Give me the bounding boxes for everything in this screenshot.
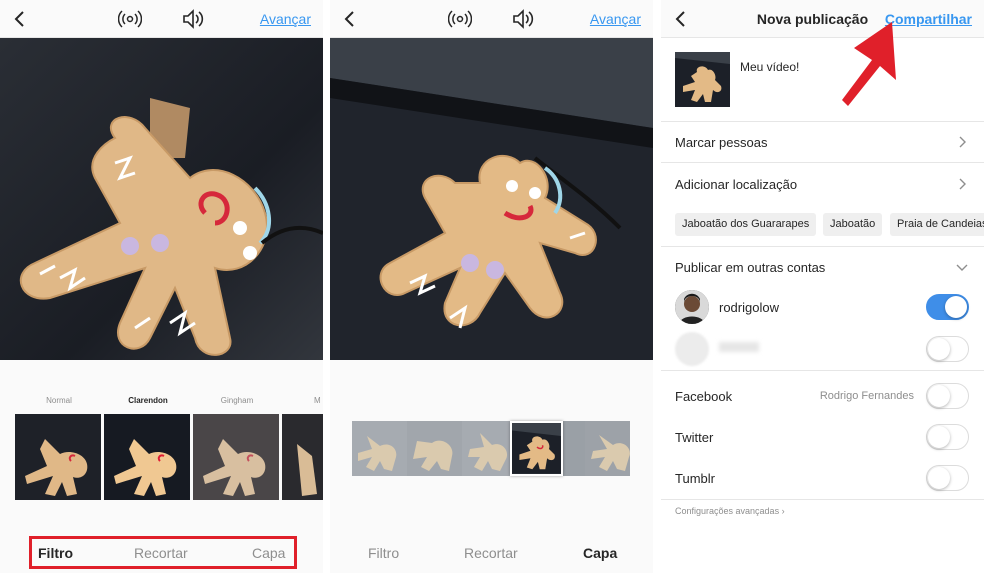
live-broadcast-icon[interactable] bbox=[118, 8, 142, 30]
caption-text[interactable]: Meu vídeo! bbox=[740, 60, 799, 74]
account-toggle[interactable] bbox=[926, 294, 969, 320]
filter-label-gingham: Gingham bbox=[220, 396, 254, 405]
editor-tabs: Filtro Recortar Capa bbox=[330, 533, 653, 573]
editor-tabs: Filtro Recortar Capa bbox=[0, 533, 323, 573]
cover-screen: Avançar Filtro Recortar Capa bbox=[330, 0, 653, 573]
network-name: Twitter bbox=[675, 430, 714, 445]
cover-frame[interactable] bbox=[407, 421, 462, 476]
tag-people-label: Marcar pessoas bbox=[675, 135, 768, 150]
chevron-down-icon[interactable] bbox=[956, 261, 968, 273]
tab-filter[interactable]: Filtro bbox=[368, 545, 399, 561]
cover-frame-strip[interactable] bbox=[352, 421, 630, 476]
cover-frame[interactable] bbox=[585, 421, 630, 476]
add-location-label: Adicionar localização bbox=[675, 177, 798, 192]
filter-label-clarendon: Clarendon bbox=[128, 396, 168, 405]
new-post-screen: Nova publicação Compartilhar Meu vídeo! … bbox=[661, 0, 984, 573]
chevron-right-icon bbox=[959, 178, 966, 190]
advance-link[interactable]: Avançar bbox=[590, 11, 641, 27]
cover-frame[interactable] bbox=[462, 421, 517, 476]
networks-section: Facebook Rodrigo Fernandes Twitter Tumbl… bbox=[661, 376, 984, 500]
photo-preview bbox=[0, 38, 323, 360]
speaker-icon[interactable] bbox=[181, 8, 205, 30]
chevron-right-icon bbox=[959, 136, 966, 148]
advance-link[interactable]: Avançar bbox=[260, 11, 311, 27]
top-bar: Avançar bbox=[330, 0, 653, 38]
location-chip[interactable]: Jaboatão bbox=[823, 213, 883, 236]
avatar-blurred bbox=[675, 332, 709, 366]
publish-other-label: Publicar em outras contas bbox=[675, 260, 826, 275]
network-account: Rodrigo Fernandes bbox=[819, 390, 914, 402]
tab-crop[interactable]: Recortar bbox=[464, 545, 518, 561]
live-broadcast-icon[interactable] bbox=[448, 8, 472, 30]
speaker-icon[interactable] bbox=[511, 8, 535, 30]
filter-picker: Normal Clarendon Gingham M bbox=[0, 390, 323, 510]
tag-people-row[interactable]: Marcar pessoas bbox=[661, 122, 984, 163]
filter-thumb-gingham[interactable] bbox=[193, 414, 279, 500]
tab-cover[interactable]: Capa bbox=[583, 545, 617, 561]
account-toggle[interactable] bbox=[926, 336, 969, 362]
post-thumbnail bbox=[675, 52, 730, 107]
back-chevron-icon[interactable] bbox=[10, 9, 30, 29]
location-chip[interactable]: Praia de Candeias bbox=[890, 213, 984, 236]
advanced-settings-link[interactable]: Configurações avançadas › bbox=[675, 506, 785, 516]
twitter-toggle[interactable] bbox=[926, 424, 969, 450]
network-name: Facebook bbox=[675, 389, 733, 404]
screens: Avançar Normal Clarendon Gingham M Filtr… bbox=[0, 0, 984, 573]
selected-cover-frame[interactable] bbox=[510, 421, 563, 476]
facebook-toggle[interactable] bbox=[926, 383, 969, 409]
filter-thumb-normal[interactable] bbox=[15, 414, 101, 500]
other-accounts-section: Publicar em outras contas rodrigolow bbox=[661, 247, 984, 371]
network-name: Tumblr bbox=[675, 471, 715, 486]
red-arrow-annotation bbox=[842, 22, 896, 106]
filter-thumb-next[interactable] bbox=[282, 414, 323, 500]
photo-preview bbox=[330, 38, 653, 360]
back-chevron-icon[interactable] bbox=[340, 9, 360, 29]
avatar bbox=[675, 290, 709, 324]
advanced-settings-label: Configurações avançadas bbox=[675, 506, 780, 516]
tumblr-toggle[interactable] bbox=[926, 465, 969, 491]
highlight-box bbox=[29, 536, 297, 569]
caption-row: Meu vídeo! bbox=[661, 38, 984, 122]
cover-frame[interactable] bbox=[352, 421, 407, 476]
filter-label-next: M bbox=[314, 396, 321, 405]
filter-screen: Avançar Normal Clarendon Gingham M Filtr… bbox=[0, 0, 323, 573]
top-bar: Avançar bbox=[0, 0, 323, 38]
location-chip[interactable]: Jaboatão dos Guararapes bbox=[675, 213, 817, 236]
account-name: rodrigolow bbox=[719, 300, 779, 315]
filter-thumb-clarendon[interactable] bbox=[104, 414, 190, 500]
account-name-blurred bbox=[719, 342, 759, 352]
filter-label-normal: Normal bbox=[46, 396, 72, 405]
top-bar: Nova publicação Compartilhar bbox=[661, 0, 984, 38]
